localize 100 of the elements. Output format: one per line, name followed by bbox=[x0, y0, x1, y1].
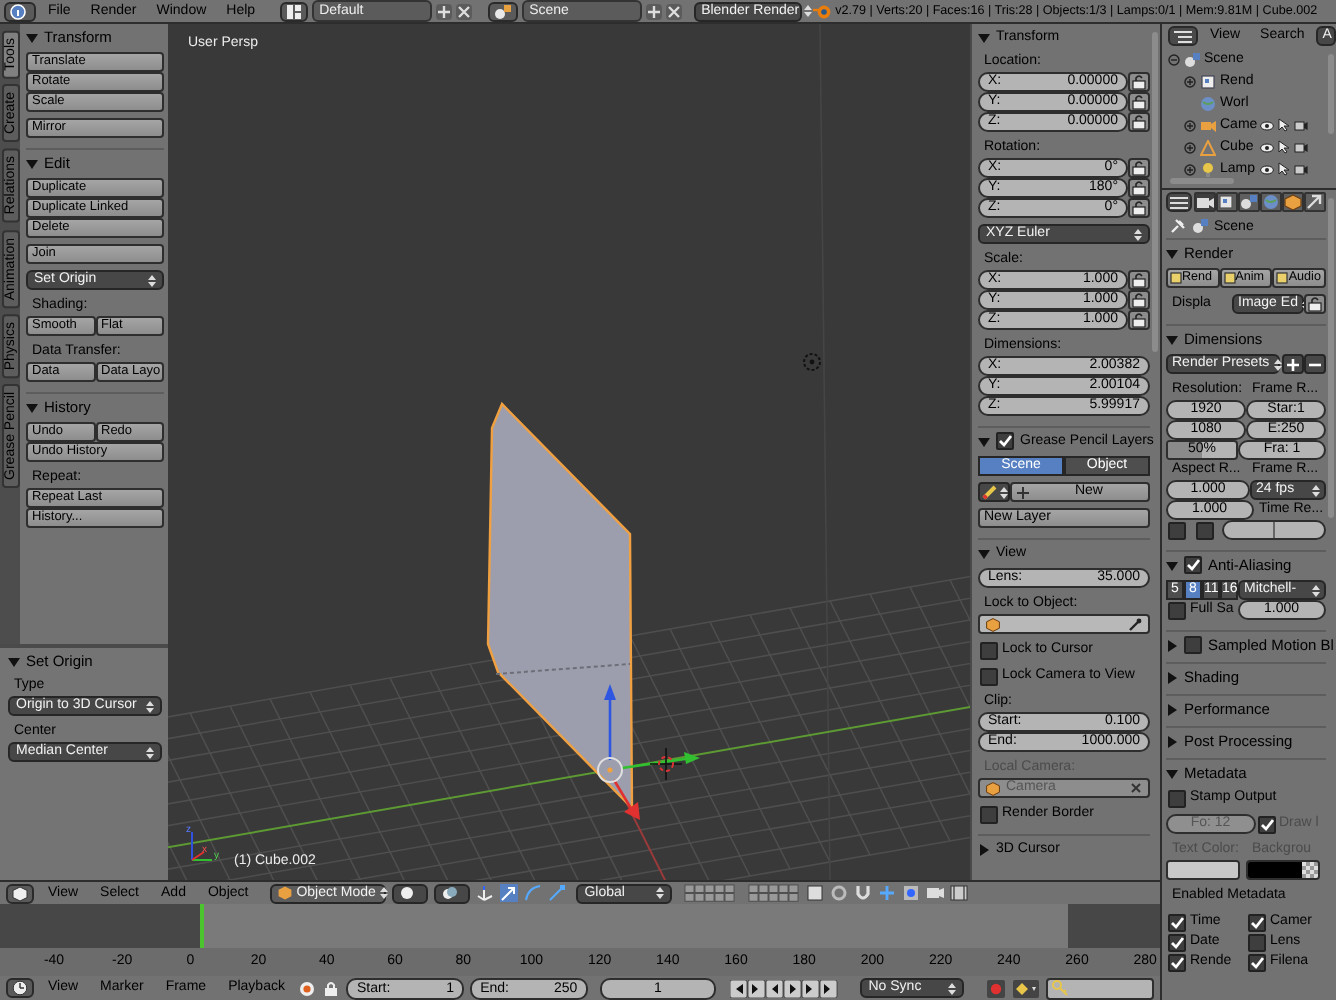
eye-icon[interactable] bbox=[1260, 119, 1274, 131]
pivot-dropdown[interactable] bbox=[434, 883, 471, 903]
triangle-icon[interactable] bbox=[978, 31, 990, 43]
lock-toggle[interactable] bbox=[1128, 270, 1150, 290]
triangle-icon[interactable] bbox=[1166, 735, 1178, 747]
triangle-icon[interactable] bbox=[1166, 767, 1178, 779]
context-tab[interactable] bbox=[1194, 192, 1216, 212]
plus-icon[interactable] bbox=[435, 3, 452, 19]
triangle-icon[interactable] bbox=[978, 843, 990, 855]
close-icon[interactable] bbox=[665, 3, 682, 19]
camera-icon[interactable] bbox=[1294, 141, 1308, 153]
triangle-icon[interactable] bbox=[8, 655, 20, 667]
color-swatch[interactable] bbox=[1166, 860, 1240, 880]
film-icon[interactable] bbox=[950, 884, 969, 902]
triangle-icon[interactable] bbox=[1166, 333, 1178, 345]
close-icon[interactable] bbox=[455, 3, 472, 19]
mesh-object[interactable] bbox=[486, 401, 634, 811]
triangle-icon[interactable] bbox=[26, 401, 38, 413]
collapse-toggle-icon[interactable] bbox=[1184, 75, 1196, 87]
triangle-icon[interactable] bbox=[978, 435, 990, 447]
triangle-icon[interactable] bbox=[1166, 639, 1178, 651]
triangle-icon[interactable] bbox=[1166, 671, 1178, 683]
object-field[interactable] bbox=[978, 614, 1150, 634]
context-tab[interactable] bbox=[1238, 192, 1260, 212]
lock-toggle[interactable] bbox=[1128, 72, 1150, 92]
manipulator-icon[interactable] bbox=[476, 884, 495, 902]
playback-controls-icon[interactable] bbox=[730, 979, 839, 997]
transform-manipulator[interactable] bbox=[597, 684, 700, 820]
checkbox[interactable] bbox=[1168, 953, 1186, 971]
lock-toggle[interactable] bbox=[1128, 310, 1150, 330]
context-tab[interactable] bbox=[1282, 192, 1304, 212]
color-swatch[interactable] bbox=[1246, 860, 1320, 880]
camera-icon[interactable] bbox=[1294, 163, 1308, 175]
triangle-icon[interactable] bbox=[26, 157, 38, 169]
editor-type-button[interactable] bbox=[1166, 192, 1192, 212]
collapse-toggle-icon[interactable] bbox=[1184, 163, 1196, 175]
checkbox[interactable] bbox=[996, 432, 1014, 450]
checkbox[interactable] bbox=[980, 667, 998, 685]
scene-button[interactable] bbox=[487, 1, 518, 21]
keying-set-field[interactable] bbox=[1045, 977, 1154, 999]
context-tab[interactable] bbox=[1304, 192, 1326, 212]
checkbox[interactable] bbox=[1248, 913, 1266, 931]
lock-toggle[interactable] bbox=[1128, 112, 1150, 132]
triangle-icon[interactable] bbox=[1166, 559, 1178, 571]
remove-button[interactable] bbox=[1304, 354, 1326, 374]
ring-icon[interactable] bbox=[830, 884, 849, 902]
eyedropper-icon[interactable] bbox=[1128, 617, 1142, 631]
checkbox[interactable] bbox=[1184, 556, 1202, 574]
lock-toggle[interactable] bbox=[1128, 290, 1150, 310]
checkbox[interactable] bbox=[980, 805, 998, 823]
lock-icon[interactable] bbox=[322, 979, 341, 997]
record-dot-icon[interactable] bbox=[298, 979, 317, 997]
editor-type-button[interactable] bbox=[6, 883, 34, 903]
pencil-menu-button[interactable] bbox=[978, 482, 1010, 502]
context-tab[interactable] bbox=[1216, 192, 1238, 212]
scrollbar[interactable] bbox=[1328, 198, 1334, 518]
layers-stack-icon[interactable] bbox=[806, 884, 825, 902]
checkbox[interactable] bbox=[1168, 601, 1186, 619]
lock-toggle[interactable] bbox=[1128, 178, 1150, 198]
camera-icon[interactable] bbox=[1294, 119, 1308, 131]
collapse-toggle-icon[interactable] bbox=[1184, 119, 1196, 131]
number-field[interactable] bbox=[1222, 520, 1326, 540]
checkbox[interactable] bbox=[1248, 933, 1266, 951]
triangle-icon[interactable] bbox=[1166, 247, 1178, 259]
target-icon[interactable] bbox=[902, 884, 921, 902]
editor-type-button[interactable] bbox=[1168, 26, 1198, 46]
layer-grid-icon[interactable] bbox=[684, 884, 737, 902]
shading-dropdown[interactable] bbox=[392, 883, 429, 903]
screen-layout-button[interactable] bbox=[279, 1, 308, 21]
checkbox[interactable] bbox=[1196, 521, 1214, 539]
eye-icon[interactable] bbox=[1260, 141, 1274, 153]
magnet-icon[interactable] bbox=[854, 884, 873, 902]
lock-toggle[interactable] bbox=[1128, 158, 1150, 178]
checkbox[interactable] bbox=[1168, 913, 1186, 931]
checkbox[interactable] bbox=[1168, 789, 1186, 807]
keyframe-icon[interactable] bbox=[1011, 979, 1040, 997]
eye-icon[interactable] bbox=[1260, 163, 1274, 175]
lock-toggle[interactable] bbox=[1128, 198, 1150, 218]
checkbox[interactable] bbox=[1168, 521, 1186, 539]
layer-grid-icon[interactable] bbox=[748, 884, 801, 902]
lock-toggle[interactable] bbox=[1304, 294, 1326, 314]
scrollbar[interactable] bbox=[1152, 32, 1158, 352]
checkbox[interactable] bbox=[1168, 933, 1186, 951]
checkbox[interactable] bbox=[1184, 636, 1202, 654]
checkbox[interactable] bbox=[1248, 953, 1266, 971]
editor-type-button[interactable] bbox=[6, 978, 34, 998]
triangle-icon[interactable] bbox=[1166, 703, 1178, 715]
plus-icon[interactable] bbox=[645, 3, 662, 19]
collapse-toggle-icon[interactable] bbox=[1168, 53, 1180, 65]
editor-type-button[interactable] bbox=[4, 1, 36, 21]
pin-icon[interactable] bbox=[1170, 218, 1186, 234]
collapse-toggle-icon[interactable] bbox=[1184, 141, 1196, 153]
checkbox[interactable] bbox=[980, 641, 998, 659]
triangle-icon[interactable] bbox=[978, 547, 990, 559]
render-icon[interactable] bbox=[926, 884, 945, 902]
3d-cursor-icon[interactable] bbox=[649, 747, 683, 781]
lock-toggle[interactable] bbox=[1128, 92, 1150, 112]
triangle-icon[interactable] bbox=[26, 31, 38, 43]
add-button[interactable] bbox=[1282, 354, 1304, 374]
arrow-icon[interactable] bbox=[500, 884, 519, 902]
